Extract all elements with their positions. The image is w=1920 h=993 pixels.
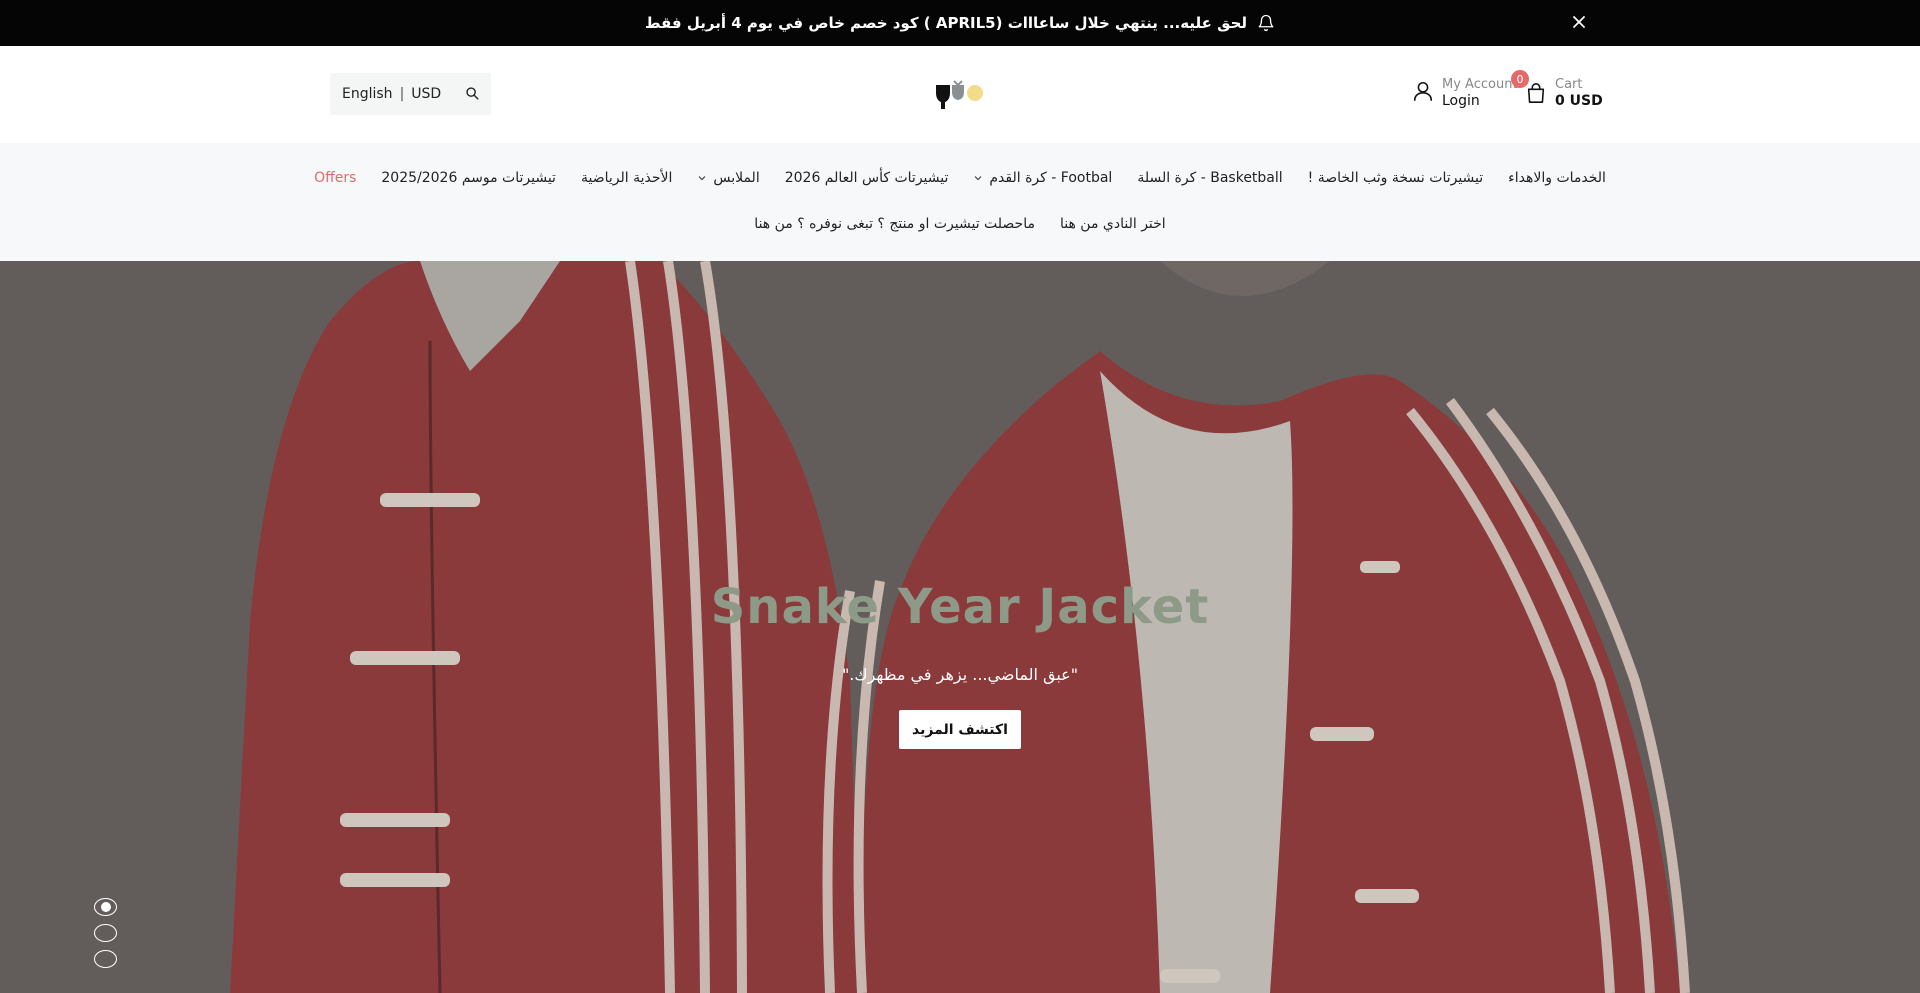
nav-item-label: الملابس (713, 170, 760, 186)
nav-item-label: Basketball - كرة السلة (1137, 170, 1283, 186)
hero-subtitle: "عبق الماضي... يزهر في مظهرك." (841, 665, 1079, 684)
cart-count-badge: 0 (1511, 70, 1529, 88)
hero-content: Snake Year Jacket "عبق الماضي... يزهر في… (0, 579, 1920, 749)
account-label: My Account (1442, 77, 1518, 92)
announcement-bar: لحق عليه... ينتهي خلال ساعااات (APRIL5 )… (0, 0, 1920, 46)
nav-item-basketball[interactable]: Basketball - كرة السلة (1137, 170, 1282, 186)
locale-selector[interactable]: English | USD (330, 73, 454, 115)
nav-item-label: Offers (314, 170, 357, 186)
cart-total: 0 USD (1555, 93, 1603, 109)
nav-item-services[interactable]: الخدمات والاهداء (1508, 170, 1606, 186)
announcement-text: لحق عليه... ينتهي خلال ساعااات (APRIL5 )… (644, 14, 1248, 32)
nav-item-season-shirts[interactable]: تيشيرتات موسم 2025/2026 (381, 170, 556, 186)
nav-item-offers[interactable]: Offers (314, 170, 356, 186)
nav-item-label: تيشيرتات نسخة وثب الخاصة ! (1307, 170, 1484, 186)
nav-item-label: الخدمات والاهداء (1508, 170, 1606, 186)
hero-title: Snake Year Jacket (710, 579, 1210, 635)
close-icon[interactable] (1569, 12, 1589, 32)
nav-item-request-product[interactable]: ماحصلت تيشيرت او منتج ؟ تبغى نوفره ؟ من … (754, 216, 1035, 232)
discover-more-button[interactable]: اكتشف المزيد (899, 710, 1021, 749)
user-icon (1412, 79, 1434, 107)
search-button[interactable] (452, 73, 491, 115)
bell-icon (1257, 14, 1275, 32)
nav-row-secondary: اختر النادي من هنا ماحصلت تيشيرت او منتج… (0, 216, 1920, 232)
nav-item-football[interactable]: Footbal - كرة القدم (973, 170, 1112, 186)
chevron-down-icon (697, 173, 707, 183)
slide-indicators (94, 898, 117, 968)
site-header: English | USD My Account Login 0 Cart 0 … (0, 46, 1920, 143)
main-navigation: الخدمات والاهداء تيشيرتات نسخة وثب الخاص… (0, 143, 1920, 261)
cart-link[interactable]: 0 Cart 0 USD (1511, 70, 1603, 110)
language-label: English (342, 86, 393, 102)
slide-dot-3[interactable] (94, 950, 117, 968)
nav-item-sneakers[interactable]: الأحذية الرياضية (581, 170, 672, 186)
nav-item-label: تيشيرتات كأس العالم 2026 (784, 170, 949, 186)
account-link[interactable]: My Account Login (1412, 76, 1518, 110)
locale-separator: | (399, 86, 405, 102)
site-logo[interactable] (934, 79, 986, 111)
hero-slideshow: Snake Year Jacket "عبق الماضي... يزهر في… (0, 261, 1920, 993)
login-label: Login (1442, 93, 1480, 109)
nav-item-label: اختر النادي من هنا (1059, 216, 1166, 232)
chevron-down-icon (973, 173, 983, 183)
nav-row-primary: الخدمات والاهداء تيشيرتات نسخة وثب الخاص… (0, 170, 1920, 186)
nav-item-special-edition[interactable]: تيشيرتات نسخة وثب الخاصة ! (1308, 170, 1484, 186)
nav-item-label: الأحذية الرياضية (580, 170, 673, 186)
nav-item-clothing[interactable]: الملابس (697, 170, 760, 186)
slide-dot-fill (100, 902, 111, 912)
nav-item-label: ماحصلت تيشيرت او منتج ؟ تبغى نوفره ؟ من … (754, 216, 1035, 232)
nav-item-label: Footbal - كرة القدم (989, 170, 1113, 186)
search-icon (465, 85, 479, 104)
bag-icon: 0 (1511, 70, 1547, 104)
nav-item-choose-club[interactable]: اختر النادي من هنا (1060, 216, 1166, 232)
slide-dot-2[interactable] (94, 924, 117, 942)
currency-label: USD (411, 86, 442, 102)
nav-item-world-cup[interactable]: تيشيرتات كأس العالم 2026 (785, 170, 949, 186)
nav-item-label: تيشيرتات موسم 2025/2026 (381, 170, 556, 186)
slide-dot-1[interactable] (94, 898, 117, 916)
cart-label: Cart (1555, 77, 1583, 92)
